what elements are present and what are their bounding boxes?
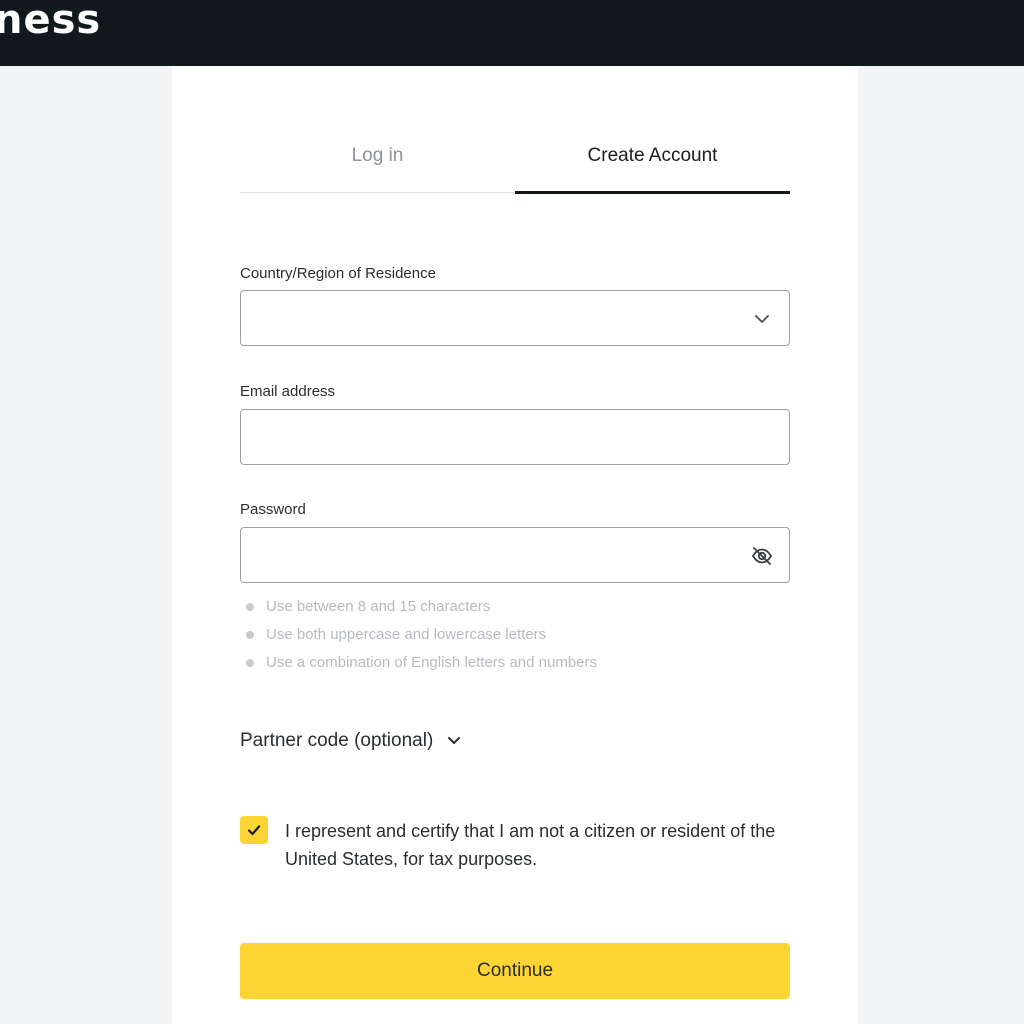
tab-create-account[interactable]: Create Account: [515, 136, 790, 194]
hint-length: Use between 8 and 15 characters: [246, 596, 597, 624]
country-input[interactable]: [241, 291, 789, 345]
hint-case: Use both uppercase and lowercase letters: [246, 624, 597, 652]
auth-tabs: Log in Create Account: [240, 136, 790, 194]
country-select[interactable]: [240, 290, 790, 346]
password-hints: Use between 8 and 15 characters Use both…: [246, 596, 597, 680]
logo: ness: [0, 0, 102, 43]
check-icon: [247, 825, 261, 836]
email-input[interactable]: [241, 410, 789, 464]
password-field[interactable]: [240, 527, 790, 583]
email-field[interactable]: [240, 409, 790, 465]
password-input[interactable]: [241, 528, 789, 582]
password-label: Password: [240, 501, 306, 518]
certify-text: I represent and certify that I am not a …: [285, 821, 776, 869]
eye-off-icon[interactable]: [751, 545, 773, 567]
chevron-down-icon[interactable]: [751, 308, 773, 330]
signup-card: Log in Create Account Country/Region of …: [172, 66, 858, 1024]
hint-combination: Use a combination of English letters and…: [246, 652, 597, 680]
certify-checkbox[interactable]: [240, 816, 268, 844]
partner-code-toggle[interactable]: Partner code (optional): [240, 730, 463, 752]
email-label: Email address: [240, 383, 336, 400]
country-label: Country/Region of Residence: [240, 265, 436, 282]
continue-button[interactable]: Continue: [240, 943, 790, 999]
partner-code-label: Partner code (optional): [240, 730, 434, 751]
chevron-down-icon: [448, 737, 461, 744]
tab-log-in[interactable]: Log in: [240, 136, 515, 192]
top-bar: ness: [0, 0, 1024, 66]
